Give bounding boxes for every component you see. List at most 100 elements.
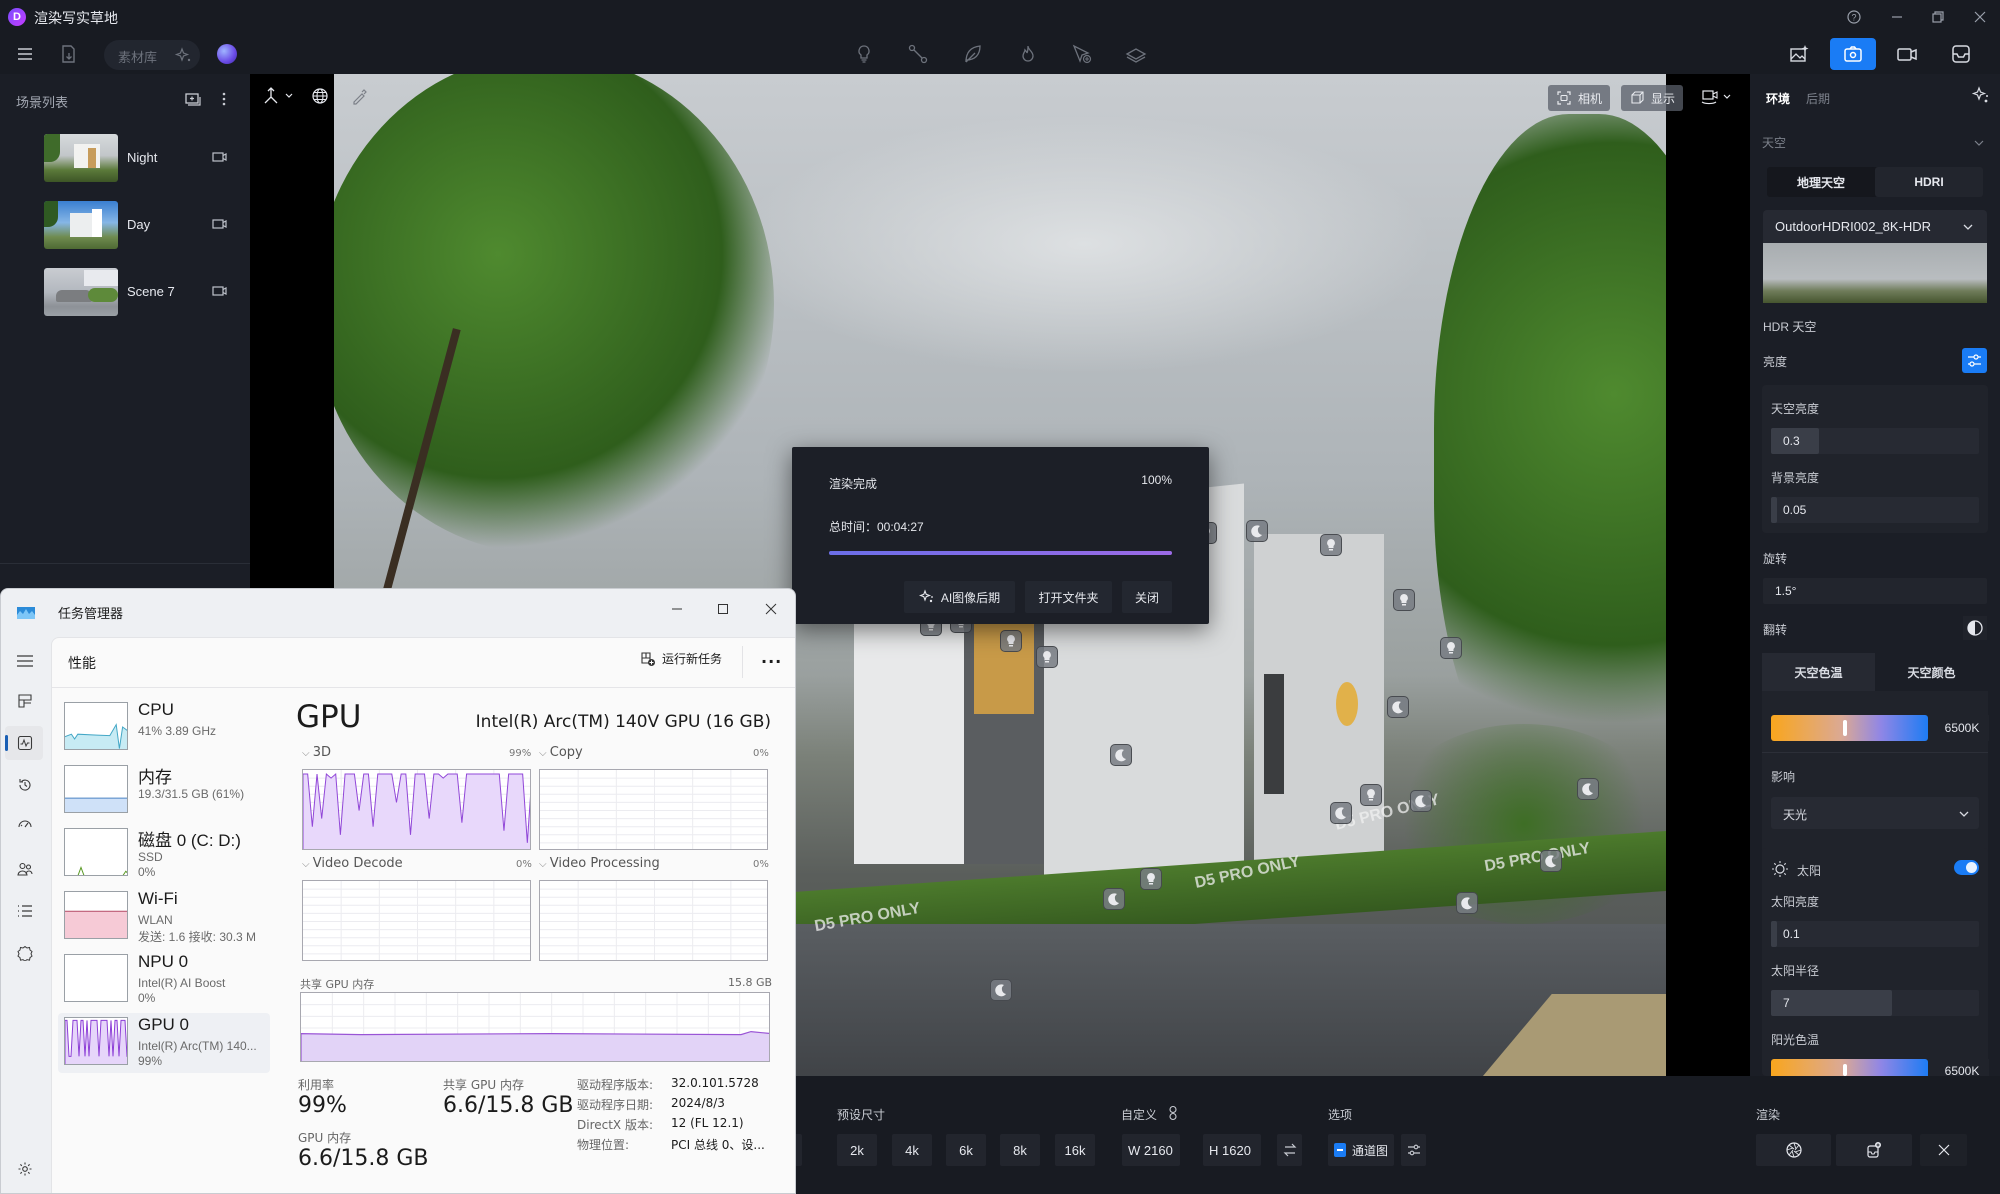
channel-map-checkbox[interactable]: 通道图: [1328, 1134, 1394, 1166]
sparkle-icon[interactable]: [174, 46, 192, 64]
menu-icon[interactable]: [13, 42, 37, 66]
ai-sparkle-icon[interactable]: [1971, 86, 1991, 106]
preset-4k-button[interactable]: 4k: [892, 1134, 932, 1166]
moon-light-marker-icon[interactable]: [990, 979, 1012, 1001]
options-settings-button[interactable]: [1401, 1134, 1426, 1166]
sun-radius-slider[interactable]: 7: [1771, 990, 1979, 1016]
device-item-wi-fi[interactable]: Wi-Fi WLAN 发送: 1.6 接收: 30.3 M: [58, 887, 270, 947]
chevron-down-icon[interactable]: ⌵: [302, 859, 313, 870]
bulb-light-marker-icon[interactable]: [1140, 868, 1162, 890]
scene-item-scene-7[interactable]: Scene 7: [44, 268, 244, 316]
brightness-adjust-button[interactable]: [1962, 348, 1987, 373]
sun-temperature-slider[interactable]: [1771, 1059, 1928, 1076]
globe-icon[interactable]: [310, 86, 330, 106]
users-icon[interactable]: [13, 857, 37, 881]
close-dialog-button[interactable]: 关闭: [1122, 581, 1172, 613]
path-node-icon[interactable]: [906, 42, 930, 66]
bulb-light-marker-icon[interactable]: [1393, 589, 1415, 611]
mode-camera-button[interactable]: [1830, 38, 1876, 70]
slider-knob[interactable]: [1842, 720, 1847, 736]
moon-light-marker-icon[interactable]: [1246, 520, 1268, 542]
bulb-light-marker-icon[interactable]: [1036, 646, 1058, 668]
minimize-icon[interactable]: [1886, 6, 1908, 28]
mode-inbox-button[interactable]: [1938, 38, 1984, 70]
device-item-cpu[interactable]: CPU 41% 3.89 GHz: [58, 698, 270, 758]
background-brightness-slider[interactable]: 0.05: [1771, 497, 1979, 523]
flip-toggle-button[interactable]: [1963, 616, 1987, 640]
chevron-down-icon[interactable]: [1972, 136, 1986, 150]
moon-light-marker-icon[interactable]: [1387, 696, 1409, 718]
leaf-icon[interactable]: [961, 42, 985, 66]
height-input[interactable]: H 1620: [1203, 1134, 1261, 1166]
bulb-light-marker-icon[interactable]: [1440, 637, 1462, 659]
close-icon[interactable]: [1969, 6, 1991, 28]
details-icon[interactable]: [13, 899, 37, 923]
sky-temperature-value[interactable]: 6500K: [1935, 715, 1989, 741]
moon-light-marker-icon[interactable]: [1410, 790, 1432, 812]
run-new-task-button[interactable]: 运行新任务: [640, 650, 722, 667]
moon-light-marker-icon[interactable]: [1540, 850, 1562, 872]
bulb-light-marker-icon[interactable]: [1360, 784, 1382, 806]
more-vertical-icon[interactable]: [218, 90, 230, 108]
bulb-light-marker-icon[interactable]: [1320, 534, 1342, 556]
influence-select[interactable]: 天光: [1771, 797, 1979, 829]
mode-video-button[interactable]: [1884, 38, 1930, 70]
preset-6k-button[interactable]: 6k: [946, 1134, 986, 1166]
chevron-down-icon[interactable]: ⌵: [302, 748, 313, 759]
sun-temperature-value[interactable]: 6500K: [1935, 1059, 1989, 1076]
light-bulb-icon[interactable]: [852, 42, 876, 66]
help-icon[interactable]: ?: [1843, 6, 1865, 28]
swap-dimensions-button[interactable]: [1277, 1134, 1302, 1166]
scene-item-night[interactable]: Night: [44, 134, 244, 182]
close-render-button[interactable]: [1920, 1134, 1967, 1166]
link-icon[interactable]: [1166, 1105, 1180, 1121]
sky-temperature-slider[interactable]: [1771, 715, 1928, 741]
moon-light-marker-icon[interactable]: [1103, 888, 1125, 910]
moon-light-marker-icon[interactable]: [1110, 744, 1132, 766]
sky-mode-geographic[interactable]: 地理天空: [1767, 167, 1875, 197]
video-camera-icon[interactable]: [212, 150, 228, 164]
moon-light-marker-icon[interactable]: [1330, 802, 1352, 824]
processes-icon[interactable]: [13, 689, 37, 713]
chevron-down-icon[interactable]: ⌵: [539, 859, 550, 870]
render-button[interactable]: [1756, 1134, 1831, 1166]
display-toggle-button[interactable]: 显示: [1621, 85, 1684, 111]
moon-light-marker-icon[interactable]: [1577, 778, 1599, 800]
restore-icon[interactable]: [1927, 6, 1949, 28]
services-icon[interactable]: [13, 941, 37, 965]
startup-icon[interactable]: [13, 815, 37, 839]
device-item-[interactable]: 内存 19.3/31.5 GB (61%): [58, 761, 270, 821]
chevron-down-icon[interactable]: ⌵: [539, 748, 550, 759]
flame-icon[interactable]: [1016, 42, 1040, 66]
moon-light-marker-icon[interactable]: [1456, 892, 1478, 914]
add-to-queue-button[interactable]: [1836, 1134, 1912, 1166]
sun-toggle[interactable]: [1954, 860, 1979, 875]
video-camera-icon[interactable]: [212, 217, 228, 231]
sky-color-temp-tab[interactable]: 天空色温: [1762, 653, 1875, 691]
tab-post[interactable]: 后期: [1806, 90, 1830, 107]
close-icon[interactable]: [761, 599, 781, 619]
slider-knob[interactable]: [1842, 1064, 1847, 1076]
add-scene-icon[interactable]: [183, 90, 201, 108]
ai-orb-icon[interactable]: [217, 44, 237, 64]
preset-16k-button[interactable]: 16k: [1055, 1134, 1095, 1166]
hamburger-icon[interactable]: [13, 649, 37, 673]
settings-icon[interactable]: [13, 1157, 37, 1181]
mode-ai-image-button[interactable]: [1776, 38, 1822, 70]
open-folder-button[interactable]: 打开文件夹: [1025, 581, 1112, 613]
eyedropper-icon[interactable]: [350, 86, 370, 106]
sky-color-tab[interactable]: 天空颜色: [1875, 653, 1988, 691]
width-input[interactable]: W 2160: [1122, 1134, 1180, 1166]
cursor-add-icon[interactable]: [1070, 42, 1094, 66]
performance-icon[interactable]: [13, 731, 37, 755]
camera-toggle-button[interactable]: 相机: [1548, 85, 1611, 111]
sky-mode-hdri[interactable]: HDRI: [1875, 167, 1983, 197]
camera-switch-icon[interactable]: [1700, 86, 1736, 108]
history-icon[interactable]: [13, 773, 37, 797]
device-item-gpu-0[interactable]: GPU 0 Intel(R) Arc(TM) 140... 99%: [58, 1013, 270, 1073]
terrain-layers-icon[interactable]: [1124, 42, 1148, 66]
preset-8k-button[interactable]: 8k: [1000, 1134, 1040, 1166]
hdri-select[interactable]: OutdoorHDRI002_8K-HDR: [1763, 210, 1987, 243]
preset-2k-button[interactable]: 2k: [837, 1134, 877, 1166]
sun-brightness-slider[interactable]: 0.1: [1771, 921, 1979, 947]
